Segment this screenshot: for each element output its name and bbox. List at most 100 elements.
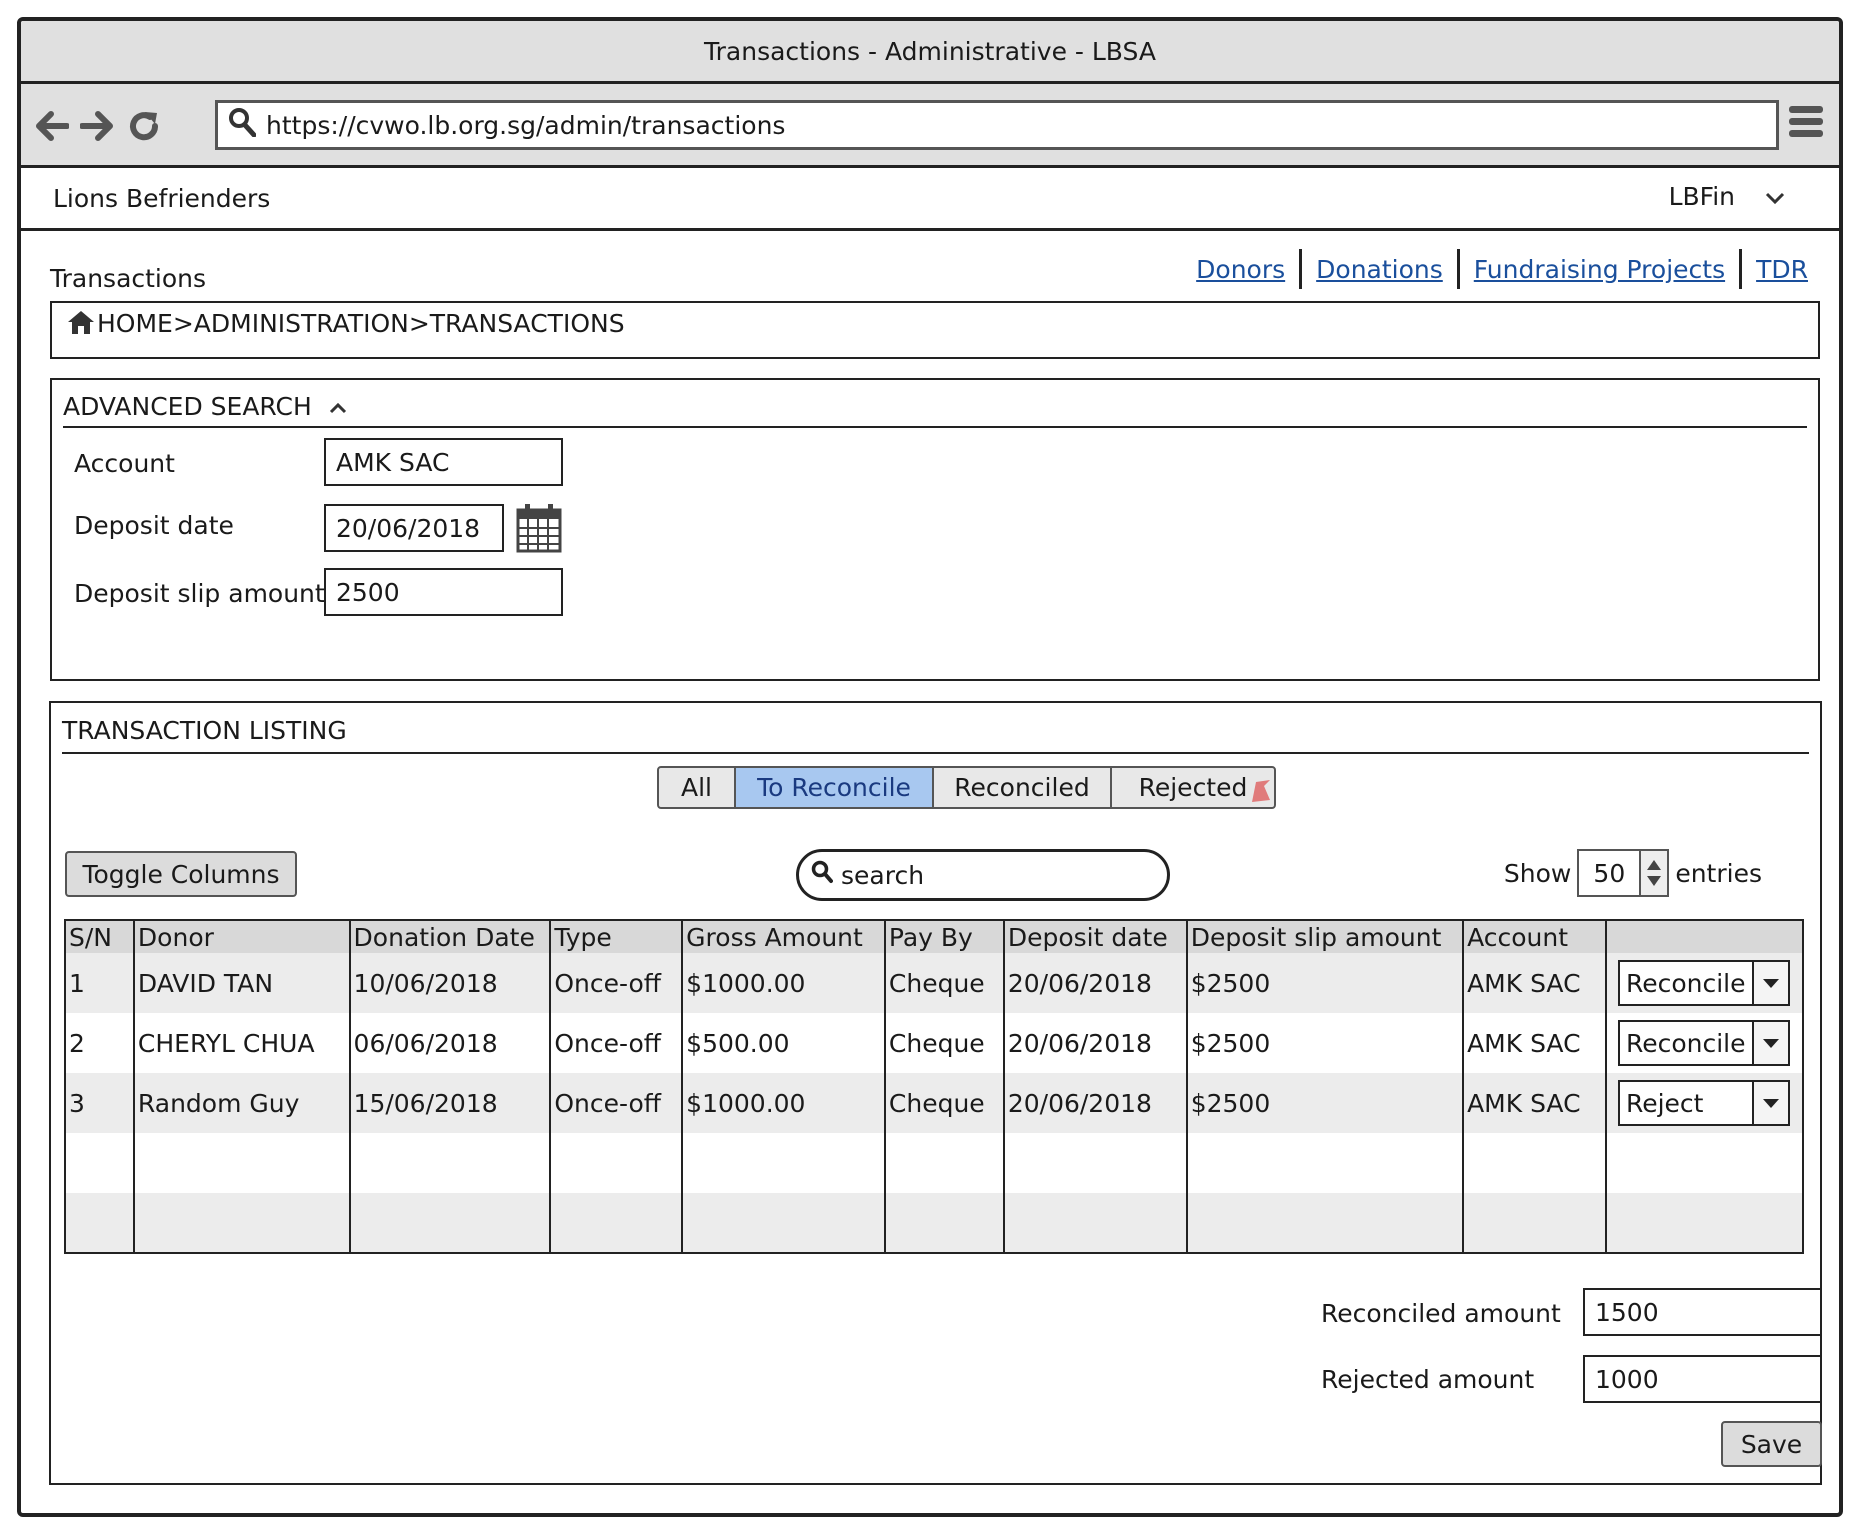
show-label: Show <box>1503 858 1572 888</box>
column-header[interactable]: Pay By <box>883 920 1004 953</box>
cell-donor: DAVID TAN <box>132 953 350 1013</box>
spinner-arrows-icon[interactable] <box>1639 851 1668 895</box>
deposit-date-field[interactable]: 20/06/2018 <box>324 504 504 552</box>
dropdown-arrow-icon[interactable] <box>1751 962 1788 1004</box>
rejected-amount-field[interactable]: 1000 <box>1583 1355 1822 1403</box>
cell-account: AMK SAC <box>1462 953 1606 1013</box>
cell-pay-by: Cheque <box>883 1073 1004 1133</box>
account-label: Account <box>74 449 175 478</box>
link-fundraising-projects[interactable]: Fundraising Projects <box>1474 255 1725 284</box>
cell-donation-date: 15/06/2018 <box>348 1073 551 1133</box>
top-links: Donors Donations Fundraising Projects TD… <box>1196 249 1808 289</box>
hamburger-menu-icon[interactable] <box>1789 106 1823 142</box>
tab-rejected-label: Rejected <box>1138 773 1248 802</box>
action-select-value: Reconcile <box>1625 1028 1746 1058</box>
column-header[interactable]: Deposit date <box>1002 920 1187 953</box>
rejected-amount-label: Rejected amount <box>1321 1365 1535 1394</box>
column-header[interactable]: Donor <box>132 920 350 953</box>
cell-donation-date: 06/06/2018 <box>348 1013 551 1073</box>
advanced-search-heading: ADVANCED SEARCH <box>63 391 312 421</box>
reconciled-amount-label: Reconciled amount <box>1321 1299 1561 1328</box>
table-row-empty <box>64 1193 1803 1253</box>
cell-action: Reject <box>1604 1073 1803 1133</box>
url-text: https://cvwo.lb.org.sg/admin/transaction… <box>266 110 786 140</box>
calendar-icon[interactable] <box>515 502 563 558</box>
toggle-columns-button[interactable]: Toggle Columns <box>65 851 297 897</box>
page-title: Transactions <box>50 264 207 293</box>
address-bar[interactable]: https://cvwo.lb.org.sg/admin/transaction… <box>215 100 1779 150</box>
entries-label: entries <box>1675 858 1762 888</box>
user-menu[interactable]: LBFin <box>1669 182 1785 211</box>
search-placeholder: search <box>841 860 925 890</box>
action-select[interactable]: Reconcile <box>1617 1020 1790 1066</box>
link-donations[interactable]: Donations <box>1316 255 1443 284</box>
cell-sn: 2 <box>64 1013 134 1073</box>
tab-to-reconcile[interactable]: To Reconcile <box>736 768 934 807</box>
cell-slip-amount: $2500 <box>1185 1013 1464 1073</box>
chevron-up-icon[interactable] <box>328 392 348 421</box>
home-icon[interactable] <box>67 309 95 341</box>
tab-reconciled[interactable]: Reconciled <box>934 768 1112 807</box>
slip-amount-field[interactable]: 2500 <box>324 568 563 616</box>
browser-toolbar: https://cvwo.lb.org.sg/admin/transaction… <box>21 84 1839 168</box>
search-icon <box>811 860 833 890</box>
save-button[interactable]: Save <box>1721 1421 1822 1467</box>
table-row[interactable]: 2 CHERYL CHUA 06/06/2018 Once-off $500.0… <box>64 1013 1803 1073</box>
deposit-date-label: Deposit date <box>74 511 234 540</box>
breadcrumb: HOME>ADMINISTRATION>TRANSACTIONS <box>50 301 1820 359</box>
cell-deposit-date: 20/06/2018 <box>1002 953 1187 1013</box>
entries-spinner[interactable]: 50 <box>1577 849 1670 897</box>
browser-window: Transactions - Administrative - LBSA htt… <box>17 17 1843 1517</box>
action-select[interactable]: Reconcile <box>1617 960 1790 1006</box>
dropdown-arrow-icon[interactable] <box>1751 1082 1788 1124</box>
back-arrow-icon[interactable] <box>31 106 73 146</box>
link-tdr[interactable]: TDR <box>1756 255 1808 284</box>
cell-sn: 3 <box>64 1073 134 1133</box>
slip-amount-label: Deposit slip amount <box>74 579 325 608</box>
search-icon <box>228 107 257 143</box>
column-header[interactable]: Type <box>549 920 683 953</box>
transaction-listing-header: TRANSACTION LISTING <box>62 709 1809 754</box>
table-header-row: S/N Donor Donation Date Type Gross Amoun… <box>64 920 1803 953</box>
table-row[interactable]: 1 DAVID TAN 10/06/2018 Once-off $1000.00… <box>64 953 1803 1013</box>
cell-sn: 1 <box>64 953 134 1013</box>
cell-pay-by: Cheque <box>883 1013 1004 1073</box>
cell-gross-amount: $500.00 <box>681 1013 885 1073</box>
breadcrumb-text: HOME>ADMINISTRATION>TRANSACTIONS <box>97 309 625 338</box>
link-donors[interactable]: Donors <box>1196 255 1285 284</box>
table-row-empty <box>64 1133 1803 1193</box>
cell-donor: CHERYL CHUA <box>132 1013 350 1073</box>
column-header[interactable]: Deposit slip amount <box>1185 920 1464 953</box>
advanced-search-header[interactable]: ADVANCED SEARCH <box>63 386 1807 428</box>
cell-deposit-date: 20/06/2018 <box>1002 1073 1187 1133</box>
chevron-down-icon <box>1765 182 1785 211</box>
tab-all[interactable]: All <box>659 768 736 807</box>
app-header: Lions Befrienders LBFin <box>21 168 1839 231</box>
brand-name: Lions Befrienders <box>53 184 271 213</box>
action-select[interactable]: Reject <box>1617 1080 1790 1126</box>
search-input[interactable]: search <box>796 849 1170 901</box>
user-name: LBFin <box>1668 182 1735 211</box>
column-header[interactable]: Gross Amount <box>681 920 885 953</box>
cell-slip-amount: $2500 <box>1185 953 1464 1013</box>
dropdown-arrow-icon[interactable] <box>1751 1022 1788 1064</box>
column-header <box>1604 920 1803 953</box>
status-tabs: All To Reconcile Reconciled Rejected <box>657 766 1276 809</box>
entries-selector: Show 50 entries <box>1504 849 1762 897</box>
cell-gross-amount: $1000.00 <box>681 1073 885 1133</box>
column-header[interactable]: Account <box>1462 920 1606 953</box>
forward-arrow-icon[interactable] <box>76 106 118 146</box>
window-title: Transactions - Administrative - LBSA <box>704 36 1156 66</box>
reload-icon[interactable] <box>123 106 165 146</box>
cell-pay-by: Cheque <box>883 953 1004 1013</box>
column-header[interactable]: Donation Date <box>348 920 551 953</box>
column-header[interactable]: S/N <box>64 920 134 953</box>
cell-account: AMK SAC <box>1462 1073 1606 1133</box>
reconciled-amount-field[interactable]: 1500 <box>1583 1288 1822 1336</box>
tab-rejected[interactable]: Rejected <box>1112 768 1274 807</box>
account-field[interactable]: AMK SAC <box>324 438 563 486</box>
table-row[interactable]: 3 Random Guy 15/06/2018 Once-off $1000.0… <box>64 1073 1803 1133</box>
transaction-listing-panel: TRANSACTION LISTING All To Reconcile Rec… <box>49 701 1822 1485</box>
cell-deposit-date: 20/06/2018 <box>1002 1013 1187 1073</box>
transaction-listing-heading: TRANSACTION LISTING <box>62 716 347 745</box>
